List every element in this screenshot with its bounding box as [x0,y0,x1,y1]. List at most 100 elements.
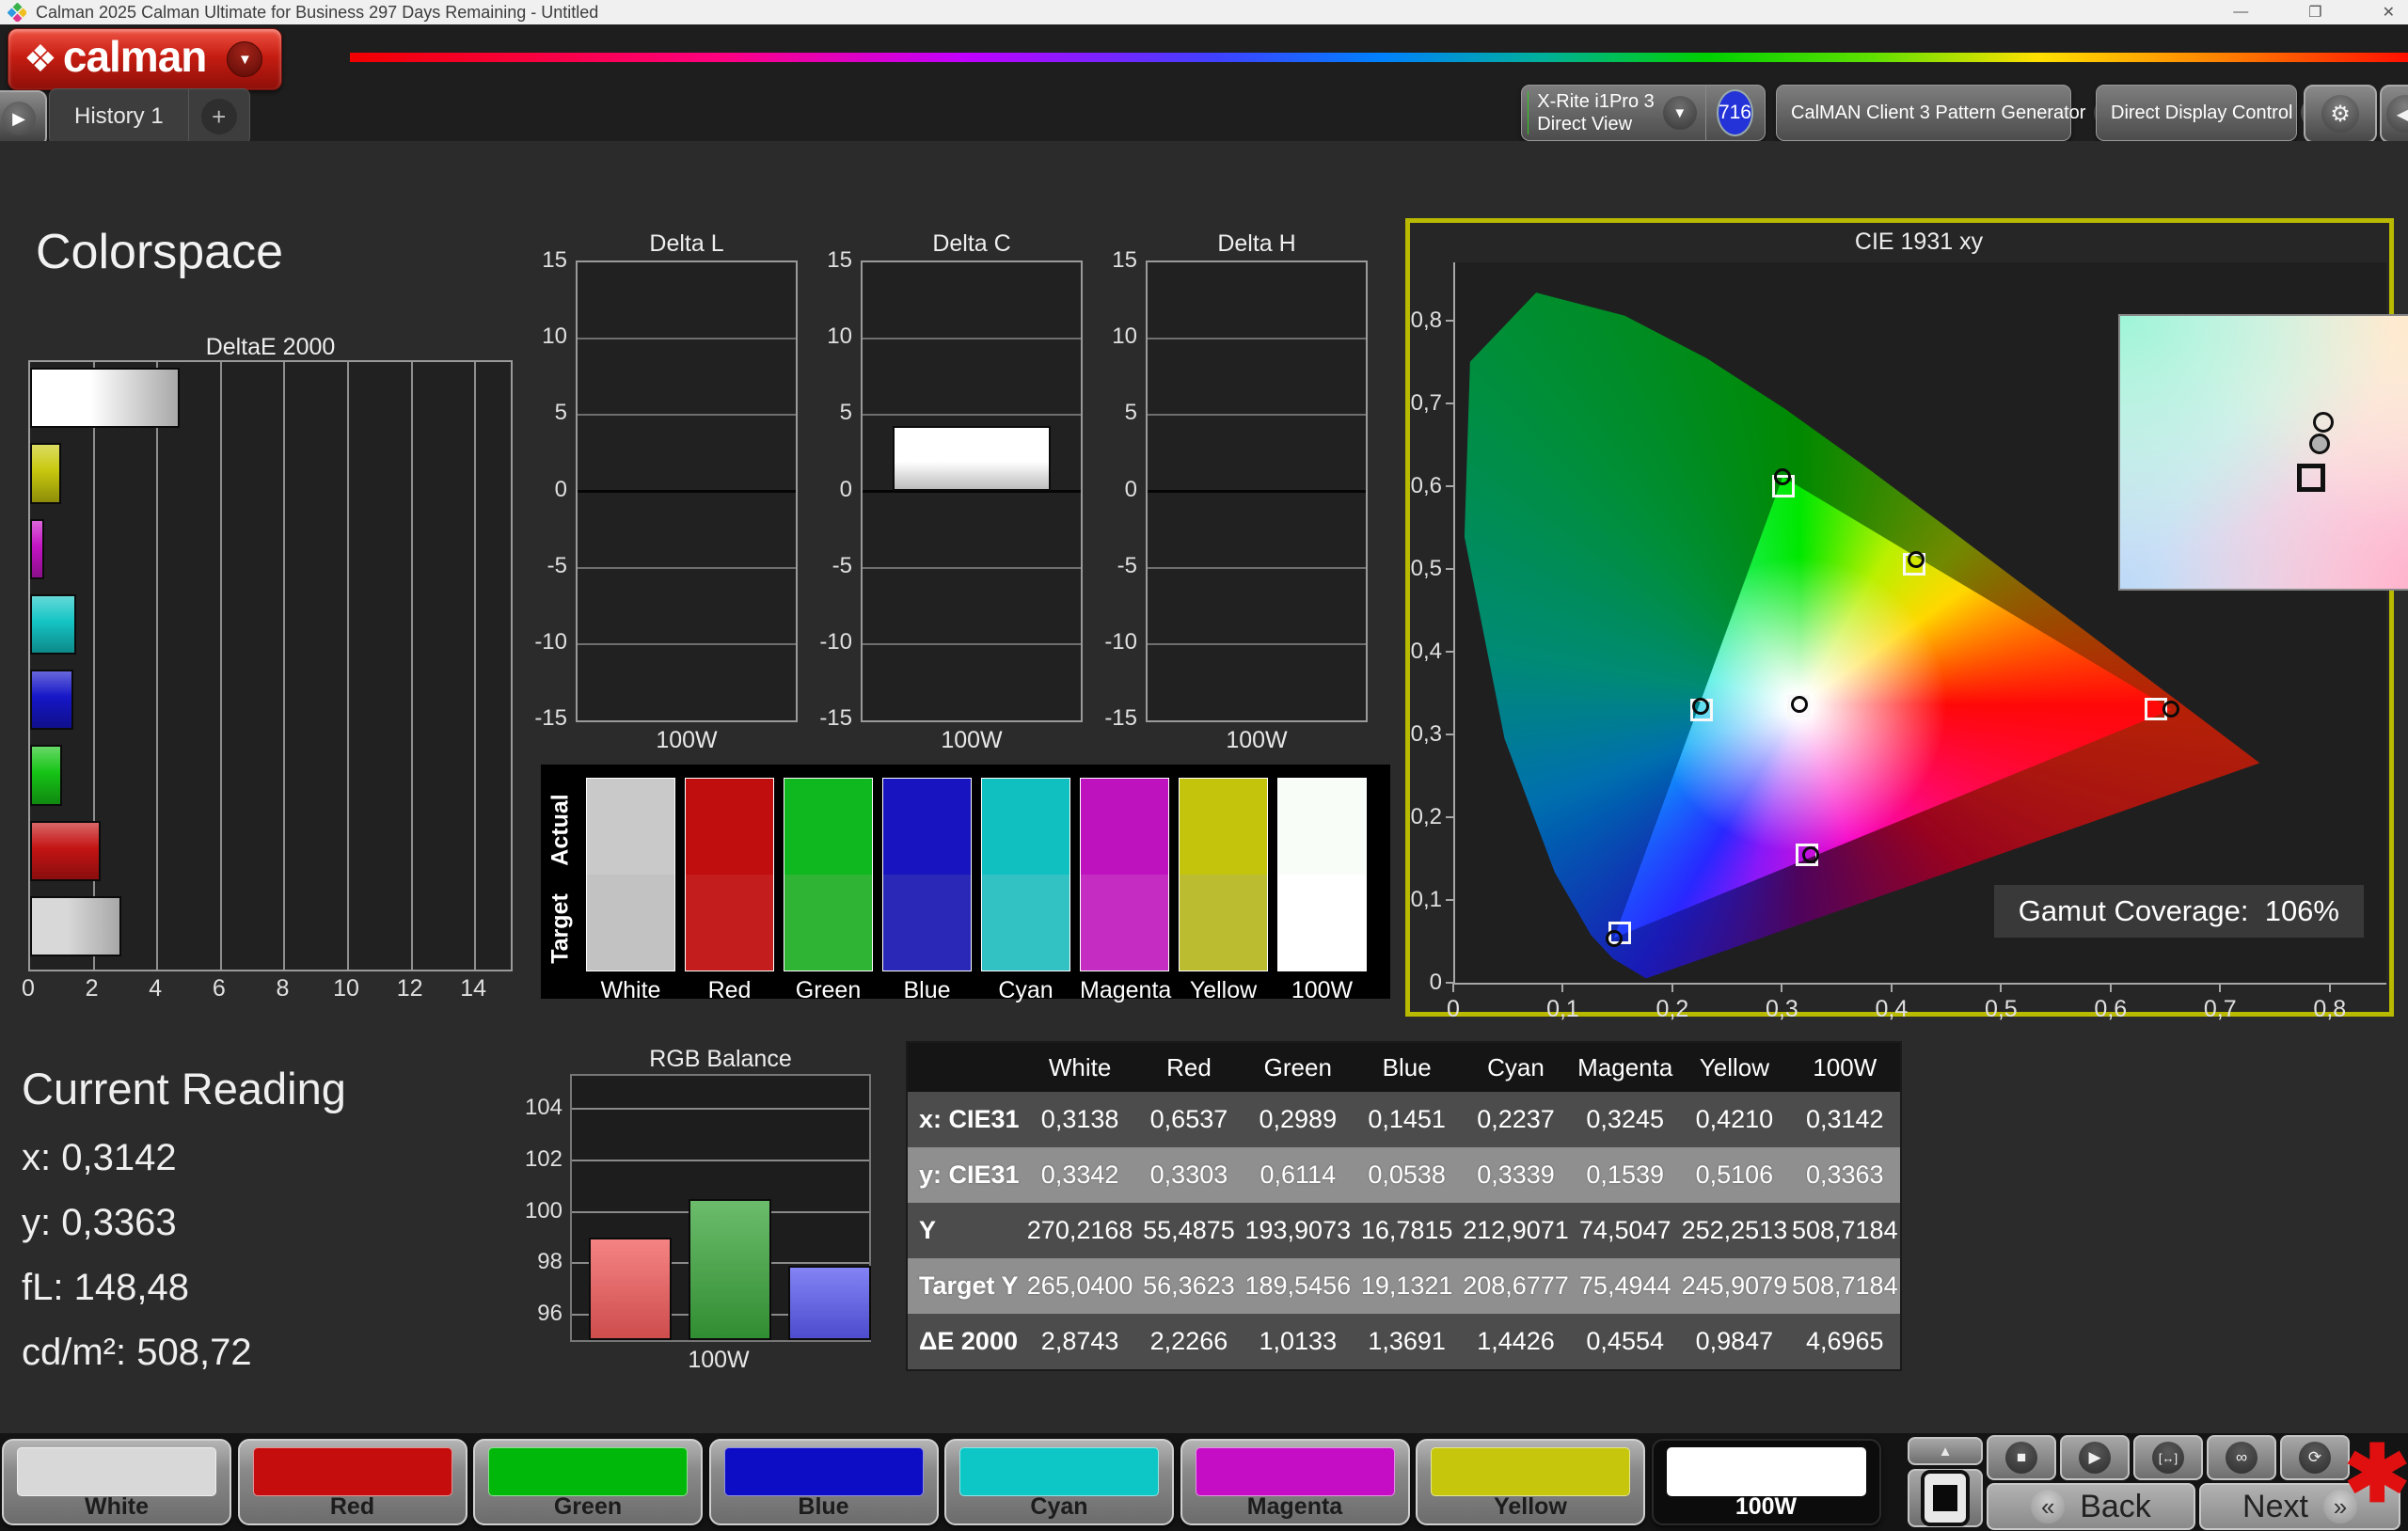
add-tab-button[interactable]: + [189,99,249,134]
settings-button[interactable]: ⚙ [2304,85,2377,143]
plus-icon: + [200,99,237,134]
play-button[interactable]: ▶ [2060,1435,2130,1480]
pattern-button-label: Blue [798,1493,849,1520]
row-label: Y [907,1203,1025,1258]
table-row: Y 270,2168 55,4875 193,9073 16,7815 212,9071 7… [907,1203,1901,1258]
actual-marker-blue [1605,929,1623,947]
results-table: White Red Green Blue Cyan Magenta Yellow 100W x:… [906,1041,1902,1371]
continuous-button[interactable]: ∞ [2207,1435,2276,1480]
pattern-button-magenta[interactable]: Magenta [1180,1439,1410,1525]
pattern-button-label: Green [553,1493,623,1520]
gridline [863,338,1081,340]
swatch-label: White [600,977,661,1003]
meter-status-indicator [1528,91,1529,134]
zero-line [578,490,796,493]
pattern-button-blue[interactable]: Blue [708,1439,939,1525]
table-header-cell: Green [1243,1042,1354,1092]
loop-button[interactable]: ⟳ [2280,1435,2350,1480]
gridline [1148,338,1366,340]
table-cell: 0,2989 [1243,1092,1354,1147]
y-tick-label: -10 [534,628,567,655]
y-tick-label: -15 [1104,705,1137,731]
reading-x-value: 0,3142 [61,1137,177,1178]
y-tick-label: 10 [1112,324,1137,350]
delta_c-title: Delta C [932,230,1011,257]
meter-chevron-down-icon[interactable]: ▼ [1662,96,1697,130]
collapse-panel-button[interactable]: ◀ [2380,85,2408,143]
pattern-button-white[interactable]: White [2,1439,231,1525]
gridline [863,642,1081,645]
calman-logo-icon: ❖ [24,39,57,80]
panel-up-button[interactable]: ▲ [1908,1437,1983,1465]
swatch-label: Blue [903,977,951,1003]
whitepoint-inset [2118,314,2408,591]
table-cell: 75,4944 [1571,1258,1680,1314]
table-cell: 0,3342 [1024,1147,1135,1203]
pattern-generator-dropdown[interactable]: CalMAN Client 3 Pattern Generator ▼ [1776,85,2129,141]
pattern-button-green[interactable]: Green [473,1439,703,1525]
layout-expander-button[interactable]: ▶ [0,90,47,147]
gear-icon: ⚙ [2321,95,2359,133]
deltae2000-chart: DeltaE 2000 0 2 4 6 8 10 12 14 [22,334,513,1003]
main-content: Colorspace DeltaE 2000 0 2 4 6 8 10 12 14 Delta… [0,141,2408,1433]
expander-arrow-icon: ▶ [2,102,36,135]
cie1931-panel: CIE 1931 xy Gamut Coverage: 106% 0 0,1 0,2… [1405,218,2408,1022]
y-tick-label: 0 [554,476,567,502]
meter-dropdown[interactable]: X-Rite i1Pro 3 Direct View ▼ 716 [1521,85,1766,141]
delta-l-chart: Delta L 15 10 5 0 -5 -10 -15 100W [522,230,804,762]
back-button[interactable]: « Back [1987,1483,2195,1530]
table-cell: 56,3623 [1134,1258,1244,1314]
swatch-column-red: Red [685,778,774,1004]
delta-h-chart: Delta H 15 10 5 0 -5 -10 -15 100W [1092,230,1374,762]
pattern-button-label: 100W [1735,1493,1798,1520]
table-cell: 508,7184 [1789,1258,1901,1314]
display-control-dropdown[interactable]: Direct Display Control ▼ [2096,85,2336,141]
table-cell: 0,2237 [1460,1092,1572,1147]
tab-history-1[interactable]: History 1 [50,103,188,130]
close-icon[interactable]: ✕ [2383,3,2395,22]
advance-button[interactable]: [↔] [2133,1435,2203,1480]
deltae2000-plot-area [28,360,513,971]
table-cell: 1,3691 [1353,1314,1461,1370]
swatch-label: Cyan [998,977,1054,1003]
loop-icon: ⟳ [2299,1442,2331,1474]
y-tick-label: 0,2 [1410,803,1442,829]
table-cell: 2,8743 [1024,1314,1135,1370]
next-button-label: Next [2242,1488,2308,1524]
y-tick-label: 0,5 [1410,555,1442,581]
gridline [572,1108,869,1111]
delta_l-x-label: 100W [656,727,718,753]
swatch-label: Yellow [1189,977,1258,1003]
calman-menu-chevron-icon[interactable]: ▼ [227,41,263,77]
x-tick-label: 14 [460,975,487,1002]
minimize-icon[interactable]: — [2233,4,2248,21]
meter-badge[interactable]: 716 [1716,89,1753,136]
calman-menu-button[interactable]: ❖ calman ▼ [8,28,282,90]
chevron-left-icon: ◀ [2386,95,2408,133]
y-tick-label: 5 [1124,400,1137,426]
swatch-column-100w: 100W [1277,778,1367,1004]
deltae-bar-yellow [30,443,62,504]
restore-icon[interactable]: ❐ [2308,3,2321,22]
table-cell: 0,4210 [1679,1092,1790,1147]
reading-fl-value: 148,48 [73,1267,189,1308]
alert-asterisk-icon[interactable]: ✱ [2344,1428,2408,1520]
stop-button[interactable]: ■ [1987,1435,2056,1480]
current-reading-title: Current Reading [22,1064,346,1113]
display-pattern-window-button[interactable] [1908,1469,1983,1527]
actual-swatch [1179,778,1268,875]
gridline [863,566,1081,569]
row-label: y: CIE31 [907,1147,1025,1203]
pattern-button-label: Cyan [1030,1493,1088,1520]
y-tick-label: 96 [537,1300,562,1326]
reading-fl-label: fL: [22,1267,64,1308]
table-cell: 1,0133 [1243,1314,1354,1370]
table-header-cell: 100W [1789,1042,1901,1092]
delta_l-title: Delta L [649,230,724,257]
pattern-button-cyan[interactable]: Cyan [944,1439,1174,1525]
gridline [1148,642,1366,645]
pattern-button-yellow[interactable]: Yellow [1416,1439,1645,1525]
pattern-button-red[interactable]: Red [237,1439,467,1525]
pattern-button-100w[interactable]: 100W [1651,1439,1881,1525]
page-title: Colorspace [36,225,284,279]
